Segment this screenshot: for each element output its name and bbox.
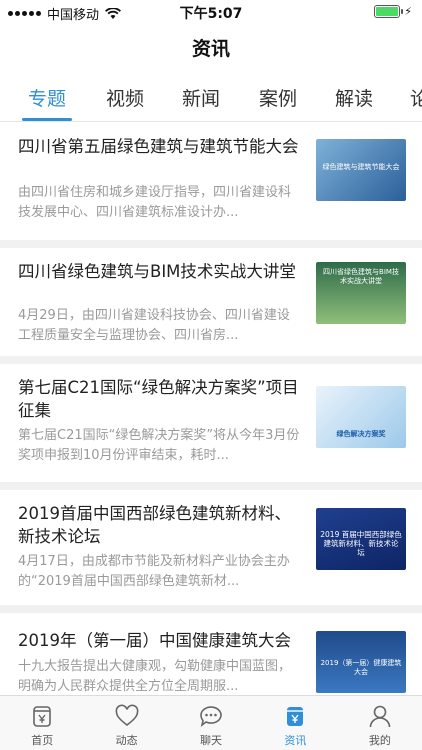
article-thumbnail: 绿色解决方案奖 bbox=[316, 386, 406, 448]
tabbar-profile[interactable]: 我的 bbox=[338, 696, 422, 750]
active-tab-indicator bbox=[22, 118, 72, 121]
tab-news[interactable]: 新闻 bbox=[182, 84, 220, 111]
tabbar-chat[interactable]: 聊天 bbox=[169, 696, 253, 750]
list-item[interactable]: 2019年（第一届）中国健康建筑大会 十九大报告提出大健康观，勾勒健康中国蓝图，… bbox=[0, 613, 422, 695]
article-summary: 4月17日，由成都市节能及新材料产业协会主办的“2019首届中国西部绿色建筑新材… bbox=[18, 554, 290, 589]
tabbar-moments[interactable]: 动态 bbox=[84, 696, 168, 750]
battery-icon bbox=[374, 5, 404, 18]
article-summary: 十九大报告提出大健康观，勾勒健康中国蓝图，明确为人民群众提供全方位全周期服... bbox=[18, 659, 292, 694]
list-item[interactable]: 第七届C21国际“绿色解决方案奖”项目征集 第七届C21国际“绿色解决方案奖”将… bbox=[0, 364, 422, 482]
article-title: 2019年（第一届）中国健康建筑大会 bbox=[18, 631, 291, 650]
article-title: 第七届C21国际“绿色解决方案奖”项目征集 bbox=[18, 378, 299, 420]
tab-topics[interactable]: 专题 bbox=[28, 84, 66, 111]
article-summary: 第七届C21国际“绿色解决方案奖”将从今年3月份奖项申报到10月份评审结束，耗时… bbox=[18, 428, 300, 463]
charging-icon: ⚡ bbox=[404, 5, 412, 18]
tab-video[interactable]: 视频 bbox=[106, 84, 144, 111]
list-item[interactable]: 四川省第五届绿色建筑与建筑节能大会 由四川省住房和城乡建设厅指导，四川省建设科技… bbox=[0, 123, 422, 240]
list-item[interactable]: 四川省绿色建筑与BIM技术实战大讲堂 4月29日，由四川省建设科技协会、四川省建… bbox=[0, 248, 422, 356]
chat-icon bbox=[200, 706, 222, 727]
tab-interpretation[interactable]: 解读 bbox=[335, 84, 373, 111]
list-item[interactable]: 2019首届中国西部绿色建筑新材料、新技术论坛 4月17日，由成都市节能及新材料… bbox=[0, 490, 422, 605]
article-thumbnail: 四川省绿色建筑与BIM技术实战大讲堂 bbox=[316, 262, 406, 324]
article-thumbnail: 2019（第一届）健康建筑大会 bbox=[316, 631, 406, 693]
article-thumbnail: 绿色建筑与建筑节能大会 bbox=[316, 139, 406, 201]
article-summary: 由四川省住房和城乡建设厅指导，四川省建设科技发展中心、四川省建筑标准设计办... bbox=[18, 185, 292, 220]
tab-forum[interactable]: 论 bbox=[410, 84, 422, 111]
heart-icon bbox=[115, 704, 139, 727]
category-tabs: 专题 视频 新闻 案例 解读 论 bbox=[0, 78, 422, 122]
home-icon bbox=[33, 706, 52, 727]
article-list: 四川省第五届绿色建筑与建筑节能大会 由四川省住房和城乡建设厅指导，四川省建设科技… bbox=[0, 123, 422, 695]
page-title: 资讯 bbox=[191, 38, 230, 60]
user-icon bbox=[369, 705, 391, 728]
status-bar: 中国移动 下午5:07 ⚡ bbox=[0, 0, 422, 24]
article-title: 2019首届中国西部绿色建筑新材料、新技术论坛 bbox=[18, 504, 291, 546]
news-icon bbox=[287, 707, 304, 726]
article-title: 四川省绿色建筑与BIM技术实战大讲堂 bbox=[18, 262, 296, 281]
article-title: 四川省第五届绿色建筑与建筑节能大会 bbox=[18, 137, 299, 156]
tabbar-news[interactable]: 资讯 bbox=[253, 696, 337, 750]
tab-cases[interactable]: 案例 bbox=[259, 84, 297, 111]
article-thumbnail: 2019 首届中国西部绿色建筑新材料、新技术论坛 bbox=[316, 508, 406, 570]
article-summary: 4月29日，由四川省建设科技协会、四川省建设工程质量安全与监理协会、四川省房..… bbox=[18, 308, 290, 343]
clock: 下午5:07 bbox=[179, 6, 243, 22]
bottom-tab-bar: 首页 动态 聊天 资讯 我的 bbox=[0, 695, 422, 750]
tabbar-home[interactable]: 首页 bbox=[0, 696, 84, 750]
